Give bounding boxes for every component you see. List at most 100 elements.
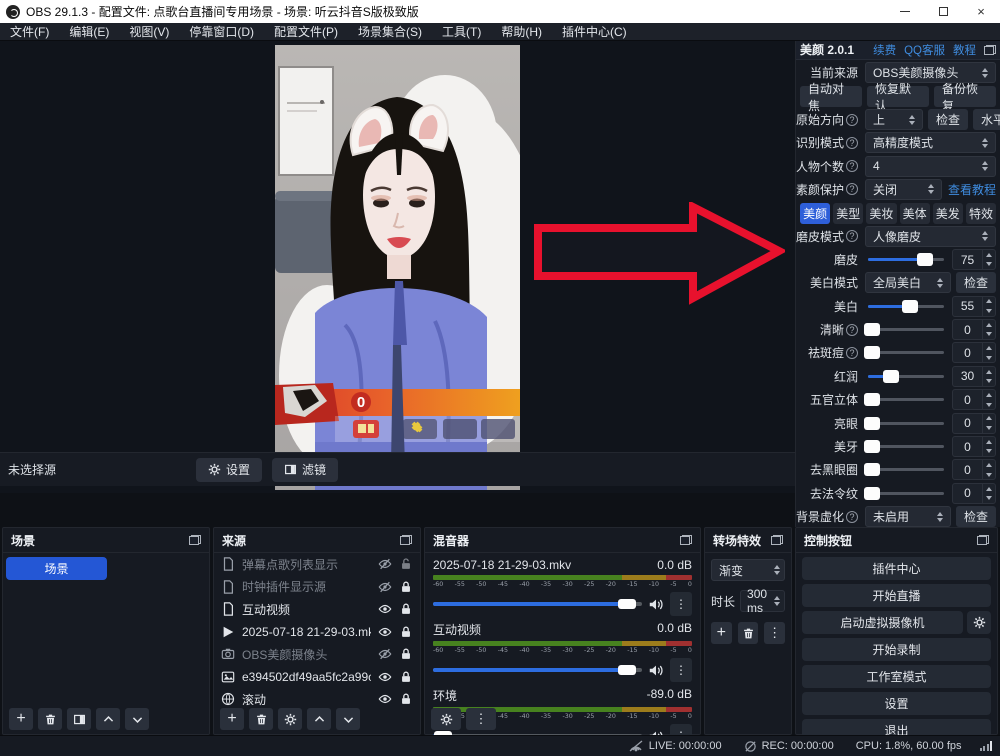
bright-eyes-value-box[interactable]: 0 (952, 413, 996, 434)
spinner-arrows-icon[interactable] (982, 367, 995, 386)
spinner-arrows-icon[interactable] (982, 320, 995, 339)
contour-slider[interactable] (868, 398, 944, 401)
spinner-arrows-icon[interactable] (982, 250, 995, 269)
qq-support-link[interactable]: QQ客服 (904, 42, 945, 58)
blemish-slider[interactable] (868, 351, 944, 354)
tab-makeup[interactable]: 美妆 (866, 203, 896, 224)
plugin-center-button[interactable]: 插件中心 (802, 557, 991, 580)
eye-slash-icon[interactable] (378, 557, 392, 571)
white-check-button[interactable]: 检查 (956, 272, 996, 293)
smooth-mode-dropdown[interactable]: 人像磨皮 (865, 226, 996, 247)
slider-handle[interactable] (864, 323, 880, 336)
menu-file[interactable]: 文件(F) (0, 23, 59, 41)
advanced-audio-button[interactable] (431, 708, 461, 730)
nasolabial-value-box[interactable]: 0 (952, 483, 996, 504)
source-row[interactable]: OBS美颜摄像头 (214, 643, 420, 666)
slider-handle[interactable] (864, 393, 880, 406)
slider-handle[interactable] (864, 417, 880, 430)
spinner-arrows-icon[interactable] (979, 157, 991, 176)
move-source-up-button[interactable] (307, 708, 331, 730)
view-tutorial-link[interactable]: 查看教程 (948, 181, 996, 198)
smooth-slider[interactable] (868, 258, 944, 261)
rosy-value-box[interactable]: 30 (952, 366, 996, 387)
maximize-button[interactable] (924, 0, 962, 23)
background-blur-dropdown[interactable]: 未启用 (865, 506, 951, 527)
tab-beauty[interactable]: 美颜 (800, 203, 830, 224)
duration-stepper[interactable]: 300 ms (740, 590, 785, 612)
current-source-dropdown[interactable]: OBS美颜摄像头 (865, 62, 996, 83)
whiten-value-box[interactable]: 55 (952, 296, 996, 317)
help-icon[interactable] (846, 160, 858, 172)
background-check-button[interactable]: 检查 (956, 506, 996, 527)
eye-slash-icon[interactable] (378, 580, 392, 594)
horizontal-flip-button[interactable]: 水平翻转 (973, 109, 1000, 130)
restore-defaults-button[interactable]: 恢复默认 (867, 86, 929, 107)
lock-open-icon[interactable] (399, 557, 413, 571)
source-row[interactable]: e394502df49aa5fc2a99cd2e7c (214, 666, 420, 689)
spinner-arrows-icon[interactable] (982, 437, 995, 456)
menu-edit[interactable]: 编辑(E) (59, 23, 119, 41)
source-filters-button[interactable]: 滤镜 (272, 458, 338, 482)
renew-link[interactable]: 续费 (873, 42, 896, 58)
tab-body[interactable]: 美体 (900, 203, 930, 224)
menu-scene-collection[interactable]: 场景集合(S) (348, 23, 432, 41)
transition-menu-button[interactable]: ⋮ (764, 622, 785, 644)
orientation-dropdown[interactable]: 上 (865, 109, 923, 130)
dark-circle-slider[interactable] (868, 468, 944, 471)
tab-hair[interactable]: 美发 (933, 203, 963, 224)
bare-face-protect-dropdown[interactable]: 关闭 (865, 179, 942, 200)
eye-icon[interactable] (378, 602, 392, 616)
mixer-menu-button[interactable]: ⋮ (466, 708, 496, 730)
remove-transition-button[interactable] (738, 622, 759, 644)
source-row[interactable]: 互动视频 (214, 598, 420, 621)
slider-handle[interactable] (864, 440, 880, 453)
close-button[interactable]: × (962, 0, 1000, 23)
source-row[interactable]: 时钟插件显示源 (214, 576, 420, 599)
blemish-value-box[interactable]: 0 (952, 342, 996, 363)
slider-handle[interactable] (902, 300, 918, 313)
orientation-check-button[interactable]: 检查 (928, 109, 968, 130)
move-source-down-button[interactable] (336, 708, 360, 730)
add-source-button[interactable]: + (220, 708, 244, 730)
scene-filters-button[interactable] (67, 708, 91, 730)
slider-handle[interactable] (883, 370, 899, 383)
speaker-icon[interactable] (648, 598, 664, 611)
transition-type-dropdown[interactable]: 渐变 (711, 559, 785, 581)
popout-dock-icon[interactable] (984, 45, 996, 55)
move-scene-up-button[interactable] (96, 708, 120, 730)
minimize-button[interactable] (886, 0, 924, 23)
person-count-stepper[interactable]: 4 (865, 156, 996, 177)
bright-eyes-slider[interactable] (868, 422, 944, 425)
source-row[interactable]: 2025-07-18 21-29-03.mkv (214, 621, 420, 644)
start-virtual-camera-button[interactable]: 启动虚拟摄像机 (802, 611, 963, 634)
lock-icon[interactable] (399, 670, 413, 684)
popout-dock-icon[interactable] (400, 535, 412, 545)
channel-menu-button[interactable]: ⋮ (670, 592, 692, 616)
slider-handle[interactable] (864, 463, 880, 476)
slider-handle[interactable] (618, 599, 636, 609)
help-icon[interactable] (846, 324, 858, 336)
detect-mode-dropdown[interactable]: 高精度模式 (865, 132, 996, 153)
scene-item-selected[interactable]: 场景 (6, 557, 107, 580)
menu-help[interactable]: 帮助(H) (491, 23, 552, 41)
preview-canvas[interactable]: 0 (0, 41, 795, 493)
studio-mode-button[interactable]: 工作室模式 (802, 665, 991, 688)
slider-handle[interactable] (917, 253, 933, 266)
spinner-arrows-icon[interactable] (982, 390, 995, 409)
white-mode-dropdown[interactable]: 全局美白 (865, 272, 951, 293)
lock-icon[interactable] (399, 692, 413, 706)
tab-effects[interactable]: 特效 (966, 203, 996, 224)
speaker-icon[interactable] (648, 664, 664, 677)
source-settings-button[interactable]: 设置 (196, 458, 262, 482)
spinner-arrows-icon[interactable] (982, 460, 995, 479)
help-icon[interactable] (846, 137, 858, 149)
add-scene-button[interactable]: + (9, 708, 33, 730)
channel-menu-button[interactable]: ⋮ (670, 658, 692, 682)
eye-icon[interactable] (378, 625, 392, 639)
eye-icon[interactable] (378, 670, 392, 684)
settings-button[interactable]: 设置 (802, 692, 991, 715)
popout-dock-icon[interactable] (680, 535, 692, 545)
rosy-slider[interactable] (868, 375, 944, 378)
eye-slash-icon[interactable] (378, 647, 392, 661)
tutorial-link[interactable]: 教程 (953, 42, 976, 58)
